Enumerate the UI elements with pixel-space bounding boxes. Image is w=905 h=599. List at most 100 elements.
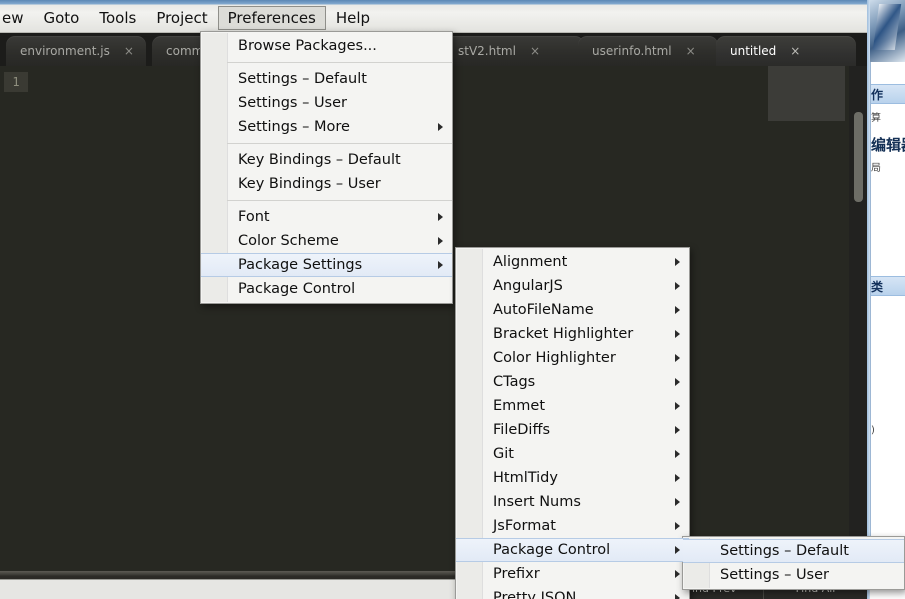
chevron-right-icon	[675, 258, 680, 266]
menu-item-autofilename[interactable]: AutoFileName	[456, 298, 689, 322]
menu-item-pretty-json[interactable]: Pretty JSON	[456, 586, 689, 599]
tab-close-icon[interactable]: ×	[686, 45, 696, 57]
line-number: 1	[4, 72, 28, 92]
menu-package-control: Settings – Default Settings – User	[682, 536, 905, 590]
menu-bar-items: ew Goto Tools Project Preferences Help	[0, 6, 380, 32]
menu-item-font[interactable]: Font	[201, 205, 452, 229]
chevron-right-icon	[675, 426, 680, 434]
chevron-right-icon	[675, 474, 680, 482]
menu-item-browse-packages[interactable]: Browse Packages...	[201, 34, 452, 58]
side-row-1: 算	[871, 113, 881, 124]
tab-label: environment.js	[20, 44, 110, 58]
menu-item-insert-nums[interactable]: Insert Nums	[456, 490, 689, 514]
chevron-right-icon	[675, 450, 680, 458]
editor-minimap[interactable]	[768, 66, 845, 121]
menu-item-settings-default[interactable]: Settings – Default	[201, 67, 452, 91]
menu-package-settings: Alignment AngularJS AutoFileName Bracket…	[455, 247, 690, 599]
menu-item-color-highlighter[interactable]: Color Highlighter	[456, 346, 689, 370]
chevron-right-icon	[438, 213, 443, 221]
tab-stv2-html[interactable]: stV2.html ×	[444, 36, 584, 66]
menu-item-label: Color Highlighter	[493, 350, 616, 366]
menu-item-angularjs[interactable]: AngularJS	[456, 274, 689, 298]
menu-item-color-scheme[interactable]: Color Scheme	[201, 229, 452, 253]
menu-item-label: FileDiffs	[493, 422, 551, 438]
editor-gutter: 1	[0, 66, 30, 571]
menu-item-git[interactable]: Git	[456, 442, 689, 466]
menu-item-settings-more[interactable]: Settings – More	[201, 115, 452, 139]
chevron-right-icon	[675, 378, 680, 386]
menu-item-label: Font	[238, 209, 270, 225]
menu-item-jsformat[interactable]: JsFormat	[456, 514, 689, 538]
menu-item-label: JsFormat	[493, 518, 556, 534]
tab-environment-js[interactable]: environment.js ×	[6, 36, 146, 66]
chevron-right-icon	[675, 546, 680, 554]
tab-close-icon[interactable]: ×	[124, 45, 134, 57]
menubar-item-tools[interactable]: Tools	[89, 6, 146, 30]
menu-item-package-control-sub[interactable]: Package Control	[456, 538, 689, 562]
chevron-right-icon	[438, 123, 443, 131]
menu-item-prefixr[interactable]: Prefixr	[456, 562, 689, 586]
chevron-right-icon	[675, 594, 680, 599]
menu-item-settings-user[interactable]: Settings – User	[201, 91, 452, 115]
side-row-5: )	[871, 425, 875, 436]
tab-label: stV2.html	[458, 44, 516, 58]
menubar-item-project[interactable]: Project	[146, 6, 217, 30]
menu-item-pc-settings-default[interactable]: Settings – Default	[683, 539, 904, 563]
tab-close-icon[interactable]: ×	[790, 45, 800, 57]
menu-item-label: Settings – More	[238, 119, 350, 135]
tab-userinfo-html[interactable]: userinfo.html ×	[578, 36, 718, 66]
menu-item-package-settings[interactable]: Package Settings	[201, 253, 452, 277]
menu-item-bracket-highlighter[interactable]: Bracket Highlighter	[456, 322, 689, 346]
menu-item-alignment[interactable]: Alignment	[456, 250, 689, 274]
background-panel: 作 算 编辑器 局 类 )	[870, 62, 905, 542]
menu-preferences: Browse Packages... Settings – Default Se…	[200, 31, 453, 304]
chevron-right-icon	[675, 330, 680, 338]
chevron-right-icon	[675, 522, 680, 530]
menu-item-pc-settings-user[interactable]: Settings – User	[683, 563, 904, 587]
menubar-item-view[interactable]: ew	[0, 6, 34, 30]
menubar-item-help[interactable]: Help	[326, 6, 380, 30]
wallpaper-thumbnail	[870, 0, 905, 62]
menu-item-label: Bracket Highlighter	[493, 326, 634, 342]
menu-item-key-bindings-default[interactable]: Key Bindings – Default	[201, 148, 452, 172]
menu-item-label: Package Control	[493, 542, 611, 558]
chevron-right-icon	[675, 498, 680, 506]
chevron-right-icon	[675, 354, 680, 362]
menu-separator	[227, 143, 452, 144]
tab-untitled[interactable]: untitled ×	[716, 36, 856, 66]
side-row-4[interactable]: 类	[871, 276, 905, 296]
menu-item-label: AngularJS	[493, 278, 563, 294]
chevron-right-icon	[675, 306, 680, 314]
menu-item-ctags[interactable]: CTags	[456, 370, 689, 394]
chevron-right-icon	[438, 237, 443, 245]
tab-label: untitled	[730, 44, 777, 58]
side-row-3: 局	[871, 163, 881, 174]
chevron-right-icon	[438, 261, 443, 269]
menu-item-htmltidy[interactable]: HtmlTidy	[456, 466, 689, 490]
menu-item-label: AutoFileName	[493, 302, 594, 318]
menu-item-filediffs[interactable]: FileDiffs	[456, 418, 689, 442]
screen: 作 算 编辑器 局 类 ) ew Goto Tools Project Pref…	[0, 0, 905, 599]
menu-item-package-control[interactable]: Package Control	[201, 277, 452, 301]
menu-item-label: Insert Nums	[493, 494, 581, 510]
menu-item-label: Color Scheme	[238, 233, 339, 249]
menu-item-emmet[interactable]: Emmet	[456, 394, 689, 418]
side-row-2: 编辑器	[871, 136, 905, 154]
chevron-right-icon	[675, 282, 680, 290]
menubar-item-goto[interactable]: Goto	[34, 6, 90, 30]
menu-item-label: HtmlTidy	[493, 470, 558, 486]
editor-scrollbar-thumb[interactable]	[854, 112, 863, 202]
background-window: 作 算 编辑器 局 类 )	[866, 0, 905, 599]
menu-item-label: Emmet	[493, 398, 546, 414]
side-row-0[interactable]: 作	[871, 84, 905, 104]
menubar-item-preferences[interactable]: Preferences	[217, 6, 326, 30]
menu-item-key-bindings-user[interactable]: Key Bindings – User	[201, 172, 452, 196]
menu-item-label: Git	[493, 446, 514, 462]
editor-scrollbar-track[interactable]	[849, 66, 867, 571]
tab-close-icon[interactable]: ×	[530, 45, 540, 57]
menu-item-label: Prefixr	[493, 566, 540, 582]
menu-separator	[227, 200, 452, 201]
chevron-right-icon	[675, 402, 680, 410]
menu-separator	[227, 62, 452, 63]
menu-item-label: Pretty JSON	[493, 590, 577, 599]
